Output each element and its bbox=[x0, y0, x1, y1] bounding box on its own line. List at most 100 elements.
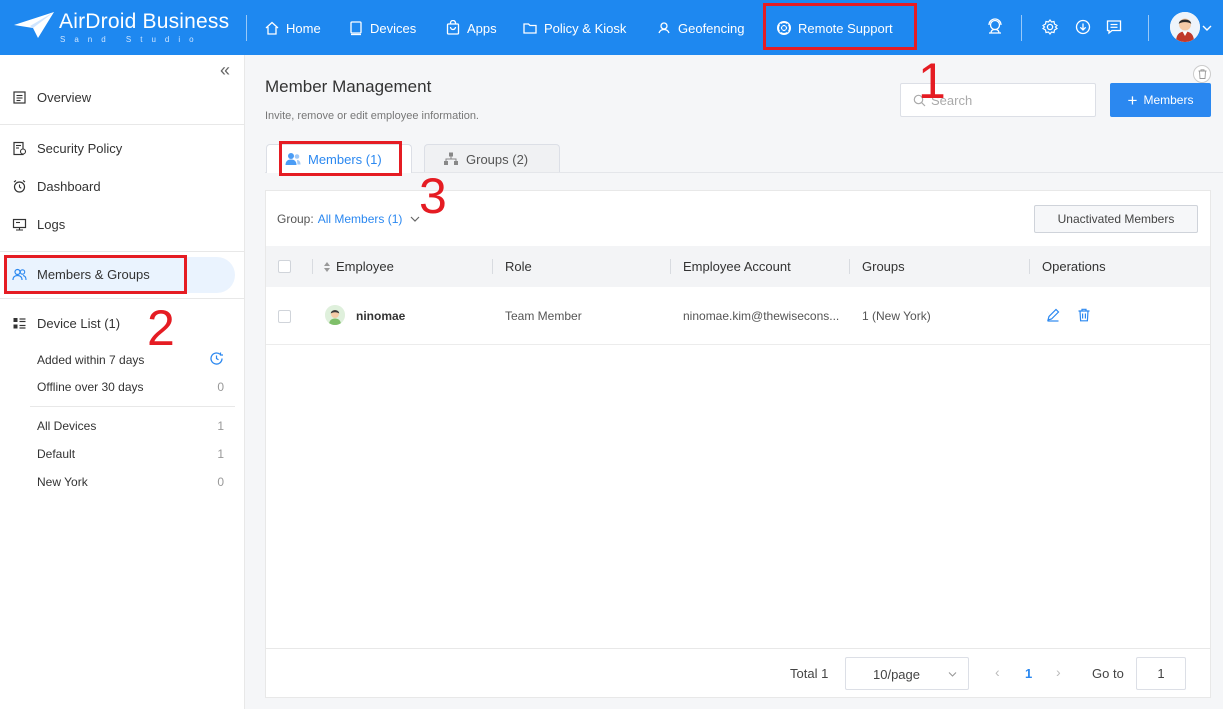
chevron-down-icon[interactable] bbox=[1202, 24, 1212, 32]
table-header: Employee Role Employee Account Groups Op… bbox=[266, 246, 1210, 287]
brand-subtitle: Sand Studio bbox=[60, 35, 203, 44]
page-size-value: 10/page bbox=[873, 667, 920, 682]
goto-page-input[interactable] bbox=[1136, 657, 1186, 690]
table-row: ninomae Team Member ninomae.kim@thewisec… bbox=[266, 287, 1210, 345]
annotation-number: 1 bbox=[918, 53, 946, 109]
sidebar-item-label: Dashboard bbox=[37, 179, 101, 194]
column-separator bbox=[312, 259, 313, 274]
overview-icon bbox=[13, 91, 26, 104]
geofence-icon bbox=[658, 22, 670, 34]
sort-icon[interactable] bbox=[323, 261, 331, 273]
recycle-bin-button[interactable] bbox=[1193, 65, 1211, 83]
apps-bag-icon bbox=[446, 20, 460, 35]
divider bbox=[0, 124, 245, 125]
current-page[interactable]: 1 bbox=[1025, 666, 1032, 681]
group-count: 1 bbox=[217, 447, 224, 461]
nav-devices-label: Devices bbox=[370, 20, 417, 36]
page-size-select[interactable]: 10/page bbox=[845, 657, 969, 690]
brand-logo[interactable]: AirDroid Business Sand Studio bbox=[14, 8, 236, 48]
next-page-button[interactable]: › bbox=[1056, 664, 1061, 680]
home-icon bbox=[265, 21, 279, 35]
filter-offline-over-30-days[interactable]: Offline over 30 days bbox=[37, 380, 144, 394]
sidebar-item-label: Security Policy bbox=[37, 141, 123, 156]
delete-icon[interactable] bbox=[1077, 308, 1091, 322]
employee-groups: 1 (New York) bbox=[862, 309, 931, 323]
column-separator bbox=[849, 259, 850, 274]
group-count: 1 bbox=[217, 419, 224, 433]
divider bbox=[1021, 15, 1022, 41]
pagination-divider bbox=[266, 648, 1210, 649]
paper-plane-logo-icon bbox=[14, 12, 54, 38]
sidebar-item-dashboard[interactable]: Dashboard bbox=[12, 179, 101, 194]
divider bbox=[246, 15, 247, 41]
employee-avatar bbox=[325, 305, 345, 325]
settings-icon[interactable] bbox=[1040, 17, 1060, 37]
column-header-employee-account: Employee Account bbox=[683, 259, 791, 274]
avatar[interactable] bbox=[1170, 12, 1200, 42]
sidebar-item-device-list[interactable]: Device List (1) bbox=[12, 316, 120, 331]
column-header-employee[interactable]: Employee bbox=[336, 259, 394, 274]
highlight-box-members-tab bbox=[279, 141, 402, 176]
add-members-button[interactable]: + Members bbox=[1110, 83, 1211, 117]
group-count: 0 bbox=[217, 475, 224, 489]
sidebar-item-overview[interactable]: Overview bbox=[12, 90, 91, 105]
page-title: Member Management bbox=[265, 77, 432, 96]
nav-devices[interactable]: Devices bbox=[348, 18, 416, 38]
add-members-label: Members bbox=[1143, 93, 1194, 107]
column-header-role: Role bbox=[505, 259, 532, 274]
sidebar-item-label: Overview bbox=[37, 90, 92, 105]
nav-apps-label: Apps bbox=[467, 20, 497, 36]
divider bbox=[30, 406, 235, 407]
group-filter: Group: All Members (1) bbox=[277, 212, 420, 226]
edit-icon[interactable] bbox=[1046, 308, 1060, 322]
user-avatar-icon bbox=[325, 305, 345, 325]
group-filter-value[interactable]: All Members (1) bbox=[318, 212, 403, 226]
sidebar-item-security-policy[interactable]: Security Policy bbox=[12, 141, 122, 156]
nav-geofencing[interactable]: Geofencing bbox=[656, 18, 745, 38]
employee-name[interactable]: ninomae bbox=[356, 309, 405, 323]
dashboard-clock-icon bbox=[13, 180, 26, 193]
search-input[interactable] bbox=[931, 90, 1086, 110]
employee-account: ninomae.kim@thewisecons... bbox=[683, 309, 840, 323]
column-header-groups: Groups bbox=[862, 259, 905, 274]
filter-added-within-7-days[interactable]: Added within 7 days bbox=[37, 353, 144, 367]
collapse-sidebar-button[interactable]: « bbox=[220, 60, 230, 81]
plus-icon: + bbox=[1127, 90, 1138, 110]
goto-label: Go to bbox=[1092, 666, 1124, 681]
unactivated-members-button[interactable]: Unactivated Members bbox=[1034, 205, 1198, 233]
tab-groups-label: Groups (2) bbox=[466, 151, 529, 167]
history-clock-icon[interactable] bbox=[209, 351, 224, 366]
column-separator bbox=[1029, 259, 1030, 274]
nav-geofencing-label: Geofencing bbox=[678, 20, 745, 36]
device-icon bbox=[350, 21, 362, 36]
folder-icon bbox=[523, 23, 537, 34]
logs-icon bbox=[12, 218, 27, 231]
message-icon[interactable] bbox=[1104, 17, 1124, 37]
brand-name: AirDroid Business bbox=[59, 10, 230, 33]
row-checkbox[interactable] bbox=[278, 310, 291, 323]
filter-count: 0 bbox=[217, 380, 224, 394]
sidebar-item-logs[interactable]: Logs bbox=[12, 217, 65, 232]
support-agent-icon[interactable] bbox=[985, 17, 1005, 37]
select-all-checkbox[interactable] bbox=[278, 260, 291, 273]
group-all-devices[interactable]: All Devices bbox=[37, 419, 96, 433]
group-new-york[interactable]: New York bbox=[37, 475, 88, 489]
nav-home[interactable]: Home bbox=[264, 18, 321, 38]
divider bbox=[0, 251, 245, 252]
download-icon[interactable] bbox=[1073, 17, 1093, 37]
user-avatar-icon bbox=[1170, 12, 1200, 42]
previous-page-button[interactable]: ‹ bbox=[995, 664, 1000, 680]
nav-apps[interactable]: Apps bbox=[445, 18, 497, 38]
employee-role: Team Member bbox=[505, 309, 582, 323]
annotation-number: 3 bbox=[419, 168, 447, 224]
sidebar-item-label: Logs bbox=[37, 217, 66, 232]
column-separator bbox=[492, 259, 493, 274]
divider bbox=[0, 298, 245, 299]
group-default[interactable]: Default bbox=[37, 447, 75, 461]
chevron-down-icon bbox=[948, 672, 957, 677]
annotation-number: 2 bbox=[147, 300, 175, 356]
device-list-icon bbox=[13, 318, 26, 329]
nav-policy-kiosk[interactable]: Policy & Kiosk bbox=[522, 18, 626, 38]
sidebar: « Overview Security Policy Dashboard Log… bbox=[0, 55, 245, 709]
divider bbox=[1148, 15, 1149, 41]
